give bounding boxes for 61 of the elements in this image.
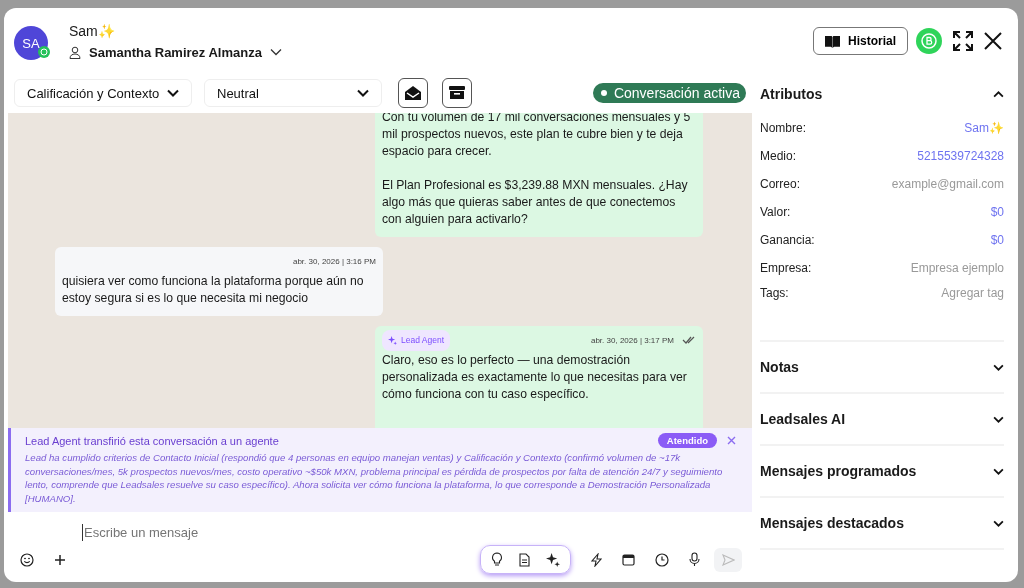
section-title[interactable]: Notas	[760, 359, 799, 375]
message-text: Con tu volumen de 17 mil conversaciones mensuales y 5 mil prospectos nuevos, este plan te cubre bien y te deja espacio para crecer.	[382, 113, 692, 160]
handoff-title: Lead Agent transfirió esta conversación a un agente	[25, 434, 279, 447]
handoff-summary: Lead ha cumplido criterios de Contacto Inicial (respondió que 4 personas en equipo manejan ventas) y Calificación y Contexto (confirmó volumen de ~17k conversaciones/mes, 5k prospectos nuevos/mes, costo operativo ~$50k MXN, problema principal es pérdida de prospectos por falta de atención 24/7 y seguimiento lento, comprende que Leadsales resuelve su caso específico). Ahora solicita ver cómo funciona la plataforma, lo que corresponde a Demostración Personalizada [HUMANO].	[25, 451, 724, 505]
chevron-icon[interactable]	[993, 415, 1004, 423]
calendar-icon[interactable]	[622, 553, 635, 566]
archive-icon	[449, 86, 465, 100]
chevron-icon[interactable]	[993, 519, 1004, 527]
attribute-value[interactable]: $0	[990, 205, 1004, 219]
attribute-label: Medio:	[760, 149, 797, 163]
microphone-icon[interactable]	[689, 552, 700, 567]
attribute-label: Correo:	[760, 177, 800, 191]
plus-icon[interactable]	[54, 553, 66, 566]
attended-badge: Atendido	[657, 433, 717, 448]
attribute-value[interactable]: Sam✨	[964, 121, 1004, 135]
chevron-down-icon[interactable]	[269, 48, 282, 56]
chevron-down-icon	[357, 89, 369, 97]
history-button[interactable]: Historial	[813, 27, 908, 55]
emoji-icon[interactable]	[20, 552, 34, 567]
message-time: abr. 30, 2026 | 3:16 PM	[292, 255, 376, 268]
message-text: quisiera ver como funciona la plataforma porque aún no estoy segura si es lo que necesita mi negocio	[62, 273, 365, 307]
message-text: El Plan Profesional es $3,239.88 MXN mensuales. ¿Hay algo más que quieras saber antes de que conectemos con alguien para activarlo?	[382, 177, 689, 228]
section-title[interactable]: Mensajes destacados	[760, 515, 904, 531]
section-title[interactable]: Mensajes programados	[760, 463, 917, 479]
contact-nickname: Sam✨	[69, 22, 116, 39]
attribute-label: Nombre:	[760, 121, 806, 135]
chevron-icon[interactable]	[993, 363, 1004, 371]
lightning-icon[interactable]	[591, 552, 602, 567]
attribute-label: Ganancia:	[760, 233, 815, 247]
agent-badge: Lead Agent	[382, 329, 450, 351]
attribute-label: Empresa:	[760, 261, 812, 275]
whatsapp-icon	[38, 46, 50, 58]
attribute-value[interactable]: $0	[990, 233, 1004, 247]
attribute-label: Valor:	[760, 205, 791, 219]
expand-icon[interactable]	[952, 30, 974, 52]
stage-dropdown[interactable]: Calificación y Contexto	[14, 79, 192, 107]
lightbulb-icon[interactable]	[491, 552, 503, 567]
section-title[interactable]: Leadsales AI	[760, 411, 846, 427]
book-icon	[825, 34, 840, 48]
open-envelope-icon	[405, 86, 421, 100]
status-pill: Conversación activa	[592, 83, 746, 103]
clock-icon[interactable]	[655, 552, 669, 567]
person-icon	[69, 45, 81, 59]
sparkle-icon[interactable]	[546, 552, 560, 567]
contact-name: Samantha Ramirez Almanza	[89, 44, 262, 60]
send-icon	[721, 553, 735, 566]
close-icon[interactable]	[984, 32, 1002, 50]
document-icon[interactable]	[519, 552, 530, 567]
archive-button[interactable]	[442, 78, 472, 108]
attribute-label: Tags:	[760, 286, 789, 300]
chevron-down-icon	[167, 89, 179, 97]
section-title[interactable]: Atributos	[760, 86, 823, 102]
chevron-icon[interactable]	[993, 90, 1004, 98]
chevron-icon[interactable]	[993, 467, 1004, 475]
contact-avatar: SA	[14, 26, 48, 60]
mark-unread-button[interactable]	[398, 78, 428, 108]
attribute-value[interactable]: 5215539724328	[917, 149, 1004, 163]
message-time: abr. 30, 2026 | 3:17 PM	[590, 334, 674, 347]
sentiment-dropdown[interactable]: Neutral	[204, 79, 382, 107]
sparkle-icon	[388, 335, 397, 345]
message-text: Claro, eso es lo perfecto — una demostración personalizada es exactamente lo que necesitas para ver cómo funciona con tu caso específico.	[382, 352, 688, 403]
